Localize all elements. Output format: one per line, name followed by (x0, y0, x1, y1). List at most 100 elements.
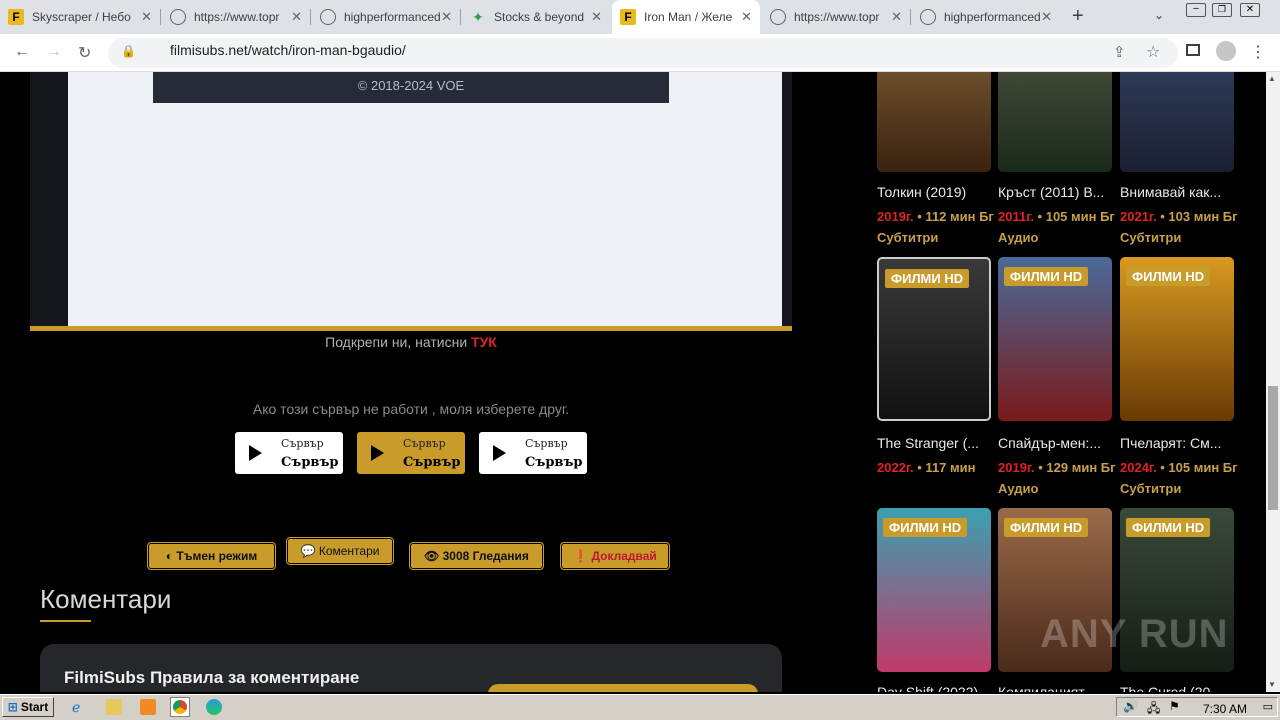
video-player[interactable] (30, 72, 792, 330)
tab-search-icon[interactable]: ⌄ (1154, 8, 1164, 22)
server-3-button[interactable]: Сървър Сървър 3 (479, 432, 596, 474)
movie-title[interactable]: The Stranger (... (877, 435, 999, 451)
movie-poster[interactable] (877, 72, 991, 172)
hd-badge: ФИЛМИ HD (1126, 518, 1211, 537)
back-icon[interactable]: ← (14, 43, 30, 61)
movie-title[interactable]: Компилацият... (998, 684, 1120, 692)
hd-badge: ФИЛМИ HD (885, 269, 970, 288)
server-name: Сървър 2 (403, 455, 475, 470)
filmisubs-icon: F (620, 9, 636, 25)
movie-poster[interactable]: ФИЛМИ HD (1120, 257, 1234, 421)
close-icon[interactable]: ✕ (441, 9, 452, 25)
movie-poster[interactable]: ФИЛМИ HD (998, 257, 1112, 421)
stocks-icon: ✦ (472, 8, 484, 25)
movie-poster[interactable] (1120, 72, 1234, 172)
support-text: Подкрепи ни, натисни (325, 334, 472, 350)
tab-6[interactable]: https://www.topr ✕ (762, 0, 910, 34)
movie-poster[interactable]: ФИЛМИ HD (877, 508, 991, 672)
movie-meta: 2021г. • 103 мин Бг Субтитри (1120, 206, 1242, 248)
movie-title[interactable]: Толкин (2019) (877, 184, 999, 200)
tab-title: highperformanced (944, 10, 1041, 24)
movie-title[interactable]: Внимавай как... (1120, 184, 1242, 200)
side-panel-icon[interactable] (1186, 44, 1200, 56)
share-icon[interactable]: ⇪ (1113, 43, 1126, 61)
server-2-button[interactable]: Сървър Сървър 2 (357, 432, 474, 474)
server-label: Сървър (281, 437, 324, 450)
close-icon[interactable]: ✕ (891, 9, 902, 25)
scroll-up-icon[interactable]: ▲ (1268, 74, 1276, 83)
bookmark-star-icon[interactable]: ☆ (1146, 42, 1160, 62)
movie-poster[interactable]: ФИЛМИ HD (877, 257, 991, 421)
close-icon[interactable]: ✕ (741, 9, 752, 25)
tab-5-active[interactable]: F Iron Man / Желе ✕ (612, 0, 760, 34)
movie-meta: 2011г. • 105 мин Бг Аудио (998, 206, 1120, 248)
network-icon[interactable]: 🖧 (1147, 699, 1160, 720)
movie-title[interactable]: Пчеларят: См... (1120, 435, 1242, 451)
scrollbar-thumb[interactable] (1268, 386, 1278, 510)
system-tray: 🔊 🖧 ⚑ 7:30 AM ▭ (1116, 697, 1278, 717)
movie-title[interactable]: Кръст (2011) В... (998, 184, 1120, 200)
play-icon (493, 445, 506, 461)
play-icon (371, 445, 384, 461)
dark-mode-button[interactable]: ◐ Тъмен режим (147, 542, 276, 570)
close-window-button[interactable]: ✕ (1240, 3, 1260, 17)
movie-title[interactable]: Спайдър-мен:... (998, 435, 1120, 451)
hd-badge: ФИЛМИ HD (883, 518, 968, 537)
server-name: Сървър 1 (281, 455, 353, 470)
movie-title[interactable]: Day Shift (2022) (877, 684, 999, 692)
tab-title: https://www.topr (194, 10, 280, 24)
menu-kebab-icon[interactable]: ⋮ (1250, 42, 1266, 62)
movie-year: 2011г. (998, 209, 1034, 224)
rules-button[interactable] (488, 684, 758, 692)
tab-title: Skyscraper / Небо (32, 10, 131, 24)
edge-icon[interactable] (206, 699, 222, 715)
scroll-down-icon[interactable]: ▼ (1268, 680, 1276, 689)
movie-meta: 2019г. • 112 мин Бг Субтитри (877, 206, 999, 248)
tab-3[interactable]: highperformanced ✕ (312, 0, 460, 34)
views-button[interactable]: 👁 3008 Гледания (409, 542, 544, 570)
movie-meta: 2022г. • 117 мин (877, 457, 999, 499)
minimize-button[interactable]: – (1186, 3, 1206, 17)
tab-7[interactable]: highperformanced ✕ (912, 0, 1060, 34)
play-icon (249, 445, 262, 461)
hd-badge: ФИЛМИ HD (1126, 267, 1211, 286)
movie-poster[interactable] (998, 72, 1112, 172)
tab-title: highperformanced (344, 10, 441, 24)
page-scrollbar[interactable] (1266, 72, 1280, 692)
reload-icon[interactable]: ↻ (78, 43, 91, 63)
media-player-icon[interactable] (140, 699, 156, 715)
chrome-icon[interactable] (170, 697, 190, 717)
close-icon[interactable]: ✕ (591, 9, 602, 25)
restore-button[interactable]: ❐ (1212, 3, 1232, 17)
tab-strip: F Skyscraper / Небо ✕ https://www.topr ✕… (0, 0, 1280, 34)
support-line: Подкрепи ни, натисни ТУК (0, 334, 822, 350)
windows-taskbar: ⊞ Start ℯ 🔊 🖧 ⚑ 7:30 AM ▭ (0, 694, 1280, 720)
close-icon[interactable]: ✕ (141, 9, 152, 25)
voe-footer: © 2018-2024 VOE (153, 72, 669, 103)
action-center-icon[interactable]: ▭ (1263, 700, 1273, 713)
url-text[interactable]: filmisubs.net/watch/iron-man-bgaudio/ (170, 42, 406, 58)
tab-4[interactable]: ✦ Stocks & beyond ✕ (462, 0, 610, 34)
start-button[interactable]: ⊞ Start (2, 697, 54, 717)
close-icon[interactable]: ✕ (291, 9, 302, 25)
report-button[interactable]: ❗ Докладвай (560, 542, 670, 570)
tab-title: Iron Man / Желе (644, 10, 733, 24)
tab-2[interactable]: https://www.topr ✕ (162, 0, 310, 34)
comments-button[interactable]: 💬 Коментари (286, 537, 394, 565)
ie-icon[interactable]: ℯ (72, 699, 88, 715)
server-1-button[interactable]: Сървър Сървър 1 (235, 432, 352, 474)
tab-1[interactable]: F Skyscraper / Небо ✕ (0, 0, 160, 34)
server-name: Сървър 3 (525, 455, 597, 470)
close-icon[interactable]: ✕ (1041, 9, 1052, 25)
explorer-icon[interactable] (106, 699, 122, 715)
new-tab-button[interactable]: + (1072, 5, 1084, 28)
movie-year: 2024г. (1120, 460, 1157, 475)
support-link[interactable]: ТУК (471, 334, 497, 350)
volume-icon[interactable]: 🔊 (1123, 699, 1138, 713)
forward-icon[interactable]: → (46, 43, 62, 61)
player-divider (30, 326, 792, 331)
profile-avatar-icon[interactable] (1216, 41, 1236, 61)
flag-icon[interactable]: ⚑ (1169, 699, 1180, 713)
movie-title[interactable]: The Cured (20... (1120, 684, 1242, 692)
lock-icon[interactable]: 🔒 (121, 44, 136, 58)
